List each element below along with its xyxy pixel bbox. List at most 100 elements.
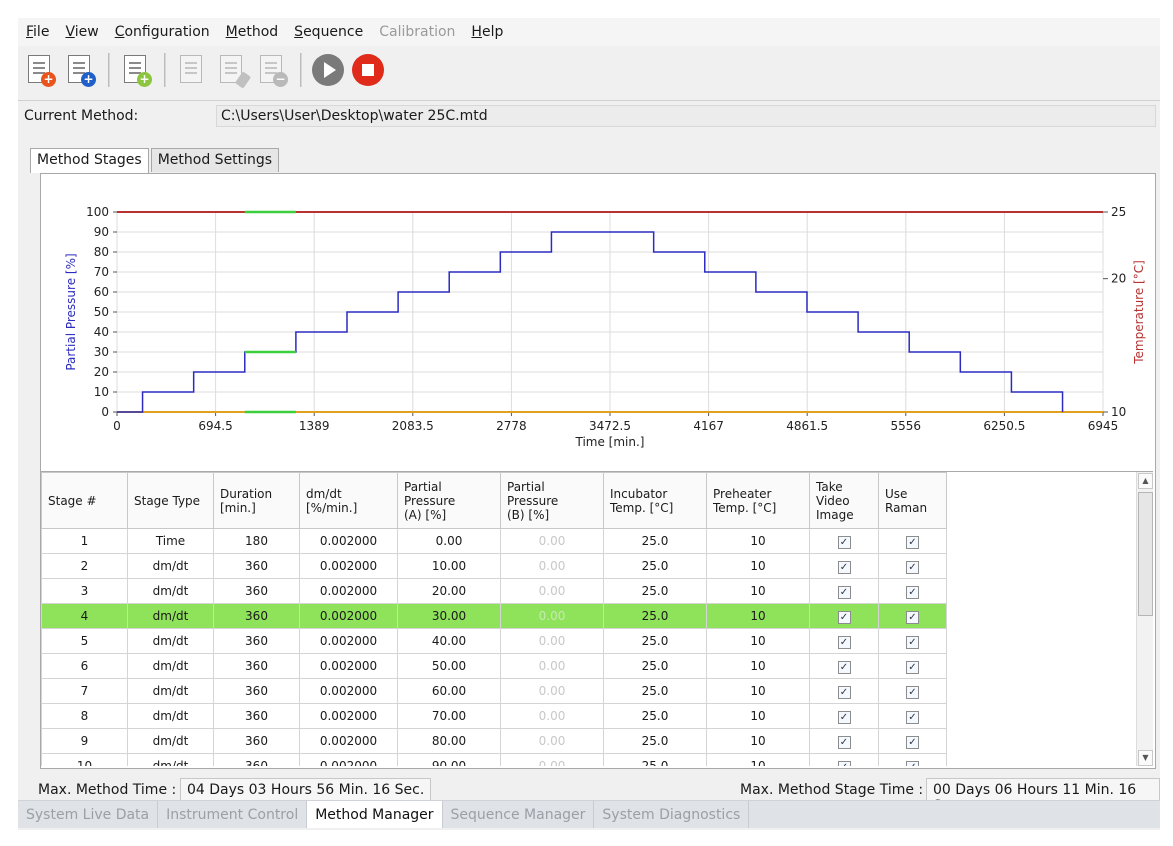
checkbox[interactable]: ✓ (837, 535, 851, 549)
insert-stage-button[interactable]: + (118, 52, 154, 88)
table-cell[interactable]: 4 (41, 603, 128, 629)
table-cell[interactable]: 0.00 (500, 728, 604, 754)
checkbox[interactable]: ✓ (906, 635, 919, 649)
column-header[interactable]: Take Video Image (809, 472, 879, 529)
table-cell[interactable]: ✓ (878, 753, 947, 766)
table-cell[interactable]: ✓ (878, 553, 947, 579)
table-cell[interactable]: dm/dt (127, 628, 214, 654)
table-cell[interactable]: 25.0 (603, 553, 707, 579)
table-cell[interactable]: 10 (706, 628, 810, 654)
table-cell[interactable]: 90.00 (397, 753, 501, 766)
table-cell[interactable]: 0.002000 (299, 528, 398, 554)
table-cell[interactable]: 10 (706, 753, 810, 766)
bottom-tab-instrument-control[interactable]: Instrument Control (158, 801, 308, 828)
table-cell[interactable]: 0.002000 (299, 703, 398, 729)
column-header[interactable]: Partial Pressure (A) [%] (397, 472, 501, 529)
table-cell[interactable]: dm/dt (127, 703, 214, 729)
table-cell[interactable]: ✓ (878, 578, 947, 604)
table-cell[interactable]: 0.002000 (299, 628, 398, 654)
table-cell[interactable]: 25.0 (603, 678, 707, 704)
table-cell[interactable]: 8 (41, 703, 128, 729)
checkbox[interactable]: ✓ (906, 660, 919, 674)
table-cell[interactable]: 9 (41, 728, 128, 754)
table-cell[interactable]: 10.00 (397, 553, 501, 579)
checkbox[interactable]: ✓ (837, 710, 851, 724)
table-cell[interactable]: 360 (213, 703, 300, 729)
table-row[interactable]: 1 Time 180 0.002000 0.00 0.00 25.0 10 ✓ ✓ (41, 528, 947, 554)
table-cell[interactable]: dm/dt (127, 678, 214, 704)
table-cell[interactable]: 360 (213, 678, 300, 704)
table-cell[interactable]: 10 (41, 753, 128, 766)
table-cell[interactable]: 2 (41, 553, 128, 579)
menu-method[interactable]: Method (218, 18, 287, 46)
checkbox[interactable]: ✓ (837, 760, 851, 766)
delete-stage-button[interactable]: − (254, 52, 290, 88)
table-cell[interactable]: 60.00 (397, 678, 501, 704)
table-cell[interactable]: 25.0 (603, 728, 707, 754)
table-row[interactable]: 4 dm/dt 360 0.002000 30.00 0.00 25.0 10 ✓ ✓ (41, 603, 947, 629)
table-cell[interactable]: 360 (213, 653, 300, 679)
scroll-thumb[interactable] (1138, 492, 1153, 616)
menu-sequence[interactable]: Sequence (286, 18, 371, 46)
table-cell[interactable]: dm/dt (127, 603, 214, 629)
table-cell[interactable]: 10 (706, 553, 810, 579)
menu-calibration[interactable]: Calibration (371, 18, 463, 46)
table-cell[interactable]: ✓ (809, 628, 879, 654)
table-cell[interactable]: 80.00 (397, 728, 501, 754)
scroll-down-icon[interactable]: ▼ (1138, 750, 1153, 766)
table-cell[interactable]: 40.00 (397, 628, 501, 654)
table-cell[interactable]: 25.0 (603, 753, 707, 766)
table-cell[interactable]: ✓ (809, 703, 879, 729)
tab-method-stages[interactable]: Method Stages (30, 148, 149, 173)
checkbox[interactable]: ✓ (837, 660, 851, 674)
checkbox[interactable]: ✓ (906, 685, 919, 699)
table-cell[interactable]: 25.0 (603, 603, 707, 629)
table-cell[interactable]: ✓ (878, 703, 947, 729)
column-header[interactable]: Stage Type (127, 472, 214, 529)
table-cell[interactable]: 0.00 (500, 628, 604, 654)
table-cell[interactable]: 6 (41, 653, 128, 679)
stop-button[interactable] (350, 52, 386, 88)
table-cell[interactable]: ✓ (809, 728, 879, 754)
checkbox[interactable]: ✓ (906, 710, 919, 724)
table-cell[interactable]: ✓ (878, 653, 947, 679)
table-cell[interactable]: ✓ (809, 528, 879, 554)
checkbox[interactable]: ✓ (837, 560, 851, 574)
table-row[interactable]: 5 dm/dt 360 0.002000 40.00 0.00 25.0 10 ✓ ✓ (41, 628, 947, 654)
table-cell[interactable]: 0.00 (397, 528, 501, 554)
checkbox[interactable]: ✓ (837, 585, 851, 599)
menu-file[interactable]: File (18, 18, 57, 46)
table-cell[interactable]: 360 (213, 753, 300, 766)
menu-help[interactable]: Help (463, 18, 511, 46)
table-cell[interactable]: 10 (706, 578, 810, 604)
table-cell[interactable]: 7 (41, 678, 128, 704)
table-cell[interactable]: 0.002000 (299, 578, 398, 604)
table-cell[interactable]: ✓ (878, 678, 947, 704)
table-cell[interactable]: 0.002000 (299, 603, 398, 629)
vertical-scrollbar[interactable]: ▲ ▼ (1136, 472, 1153, 766)
table-cell[interactable]: 360 (213, 628, 300, 654)
table-cell[interactable]: 0.002000 (299, 728, 398, 754)
table-row[interactable]: 10 dm/dt 360 0.002000 90.00 0.00 25.0 10 ✓ ✓ (41, 753, 947, 766)
table-cell[interactable]: 10 (706, 703, 810, 729)
table-cell[interactable]: dm/dt (127, 553, 214, 579)
checkbox[interactable]: ✓ (906, 760, 919, 766)
checkbox[interactable]: ✓ (837, 685, 851, 699)
table-cell[interactable]: 25.0 (603, 703, 707, 729)
table-cell[interactable]: 10 (706, 603, 810, 629)
table-cell[interactable]: 70.00 (397, 703, 501, 729)
tab-method-settings[interactable]: Method Settings (150, 148, 280, 172)
column-header[interactable]: Preheater Temp. [°C] (706, 472, 810, 529)
bottom-tab-system-live-data[interactable]: System Live Data (18, 801, 159, 828)
table-cell[interactable]: 360 (213, 728, 300, 754)
table-cell[interactable]: 0.00 (500, 753, 604, 766)
column-header[interactable]: Duration [min.] (213, 472, 300, 529)
new-method-button[interactable]: + (22, 52, 58, 88)
table-row[interactable]: 6 dm/dt 360 0.002000 50.00 0.00 25.0 10 ✓ ✓ (41, 653, 947, 679)
table-cell[interactable]: 50.00 (397, 653, 501, 679)
table-cell[interactable]: ✓ (809, 578, 879, 604)
table-cell[interactable]: 0.00 (500, 578, 604, 604)
column-header[interactable]: Use Raman (878, 472, 947, 529)
table-cell[interactable]: dm/dt (127, 753, 214, 766)
bottom-tab-method-manager[interactable]: Method Manager (307, 801, 443, 828)
